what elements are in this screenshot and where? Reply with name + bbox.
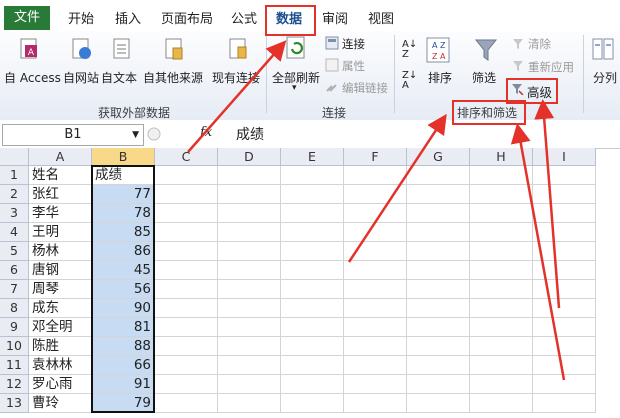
arrow-to-sort-filter-2 [510,123,566,381]
arrow-to-data-tab [187,40,287,153]
annotation-arrows [187,40,566,381]
arrow-to-sort-filter [347,113,447,263]
